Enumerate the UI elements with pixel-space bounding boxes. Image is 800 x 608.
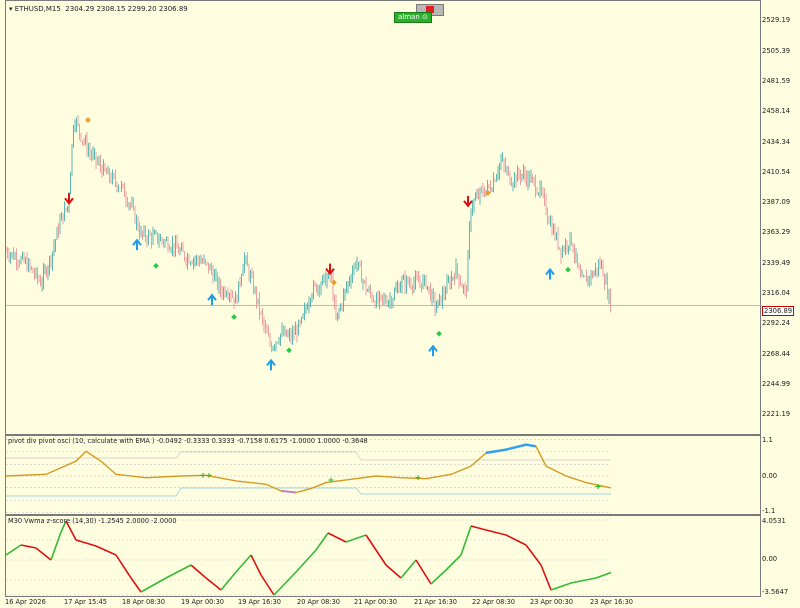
time-tick-label: 21 Apr 16:30 bbox=[414, 598, 457, 606]
pivot-axis-top: 1.1 bbox=[762, 436, 773, 444]
up-arrow-icon bbox=[545, 267, 555, 280]
price-tick-label: 2481.59 bbox=[762, 77, 791, 86]
vwma-zscore-segment bbox=[140, 577, 167, 593]
vwma-zscore-segment bbox=[570, 577, 597, 584]
up-arrow-icon bbox=[428, 344, 438, 357]
vwma-zscore-segment bbox=[430, 569, 447, 585]
down-arrow-icon bbox=[64, 193, 74, 205]
time-tick-label: 23 Apr 16:30 bbox=[590, 598, 633, 606]
vwma-zscore-segment bbox=[220, 571, 237, 591]
vwma-zscore-segment bbox=[365, 534, 387, 566]
vwma-zscore-segment bbox=[75, 539, 97, 547]
price-tick-label: 2244.99 bbox=[762, 379, 791, 388]
vwma-zscore-svg bbox=[6, 519, 612, 596]
vwma-zscore-label: M30 Vwma z-score (14,30) -1.2545 2.0000 … bbox=[8, 517, 177, 525]
price-tick-label: 2363.29 bbox=[762, 228, 791, 237]
vwma-zscore-segment bbox=[345, 534, 367, 543]
pivot-osc-label: pivot div pivot osci (10, calculate with… bbox=[8, 437, 368, 445]
pivot-axis-mid: 0.00 bbox=[762, 472, 778, 480]
vwma-zscore-segment bbox=[35, 547, 52, 561]
pivot-marker bbox=[331, 279, 337, 286]
pivot-osc-pane[interactable]: pivot div pivot osci (10, calculate with… bbox=[5, 435, 761, 515]
pivot-marker bbox=[231, 314, 237, 320]
vwma-zscore-segment bbox=[595, 571, 612, 579]
vwma-zscore-segment bbox=[165, 564, 192, 579]
pivot-osc-svg bbox=[6, 439, 612, 513]
price-tick-label: 2316.04 bbox=[762, 288, 791, 297]
vwma-zscore-segment bbox=[260, 574, 275, 596]
vwma-zscore-segment bbox=[250, 554, 262, 576]
price-chart-pane[interactable]: ▾ ETHUSD,M15 2304.29 2308.15 2299.20 230… bbox=[5, 0, 762, 435]
vwma-zscore-segment bbox=[400, 559, 417, 579]
vwma-zscore-segment bbox=[460, 525, 472, 556]
pivot-marker bbox=[565, 266, 571, 273]
pivot-cross-marker bbox=[200, 472, 206, 478]
vwma-axis-mid: 0.00 bbox=[762, 555, 778, 563]
price-tick-label: 2458.14 bbox=[762, 107, 791, 116]
time-tick-label: 22 Apr 08:30 bbox=[472, 598, 515, 606]
up-arrow-icon bbox=[207, 293, 217, 306]
vwma-zscore-segment bbox=[470, 525, 487, 531]
pivot-osc-high-segment bbox=[485, 443, 537, 455]
alman-button[interactable]: alman ⊙ bbox=[394, 12, 432, 23]
pivot-marker bbox=[436, 330, 442, 337]
vwma-zscore-segment bbox=[95, 545, 117, 556]
price-tick-label: 2529.19 bbox=[762, 16, 791, 25]
vwma-zscore-segment bbox=[385, 564, 402, 579]
ohlc-values: 2304.29 2308.15 2299.20 2306.89 bbox=[65, 5, 188, 13]
vwma-axis-top: 4.0531 bbox=[762, 517, 786, 525]
last-price-label: 2306.89 bbox=[762, 306, 795, 316]
vwma-zscore-segment bbox=[550, 582, 572, 591]
vwma-zscore-segment bbox=[415, 559, 432, 585]
vwma-zscore-pane[interactable]: M30 Vwma z-score (14,30) -1.2545 2.0000 … bbox=[5, 515, 761, 597]
down-arrow-icon bbox=[463, 195, 473, 208]
vwma-zscore-segment bbox=[115, 554, 132, 579]
vwma-zscore-segment bbox=[50, 531, 62, 561]
symbol-info: ▾ ETHUSD,M15 2304.29 2308.15 2299.20 230… bbox=[9, 5, 188, 13]
price-tick-label: 2410.54 bbox=[762, 168, 791, 177]
pivot-marker bbox=[153, 263, 159, 269]
pivot-osc-low-segment bbox=[280, 489, 297, 494]
vwma-zscore-segment bbox=[525, 544, 542, 566]
time-tick-label: 20 Apr 08:30 bbox=[297, 598, 340, 606]
time-tick-label: 18 Apr 08:30 bbox=[122, 598, 165, 606]
vwma-zscore-segment bbox=[485, 529, 507, 536]
price-tick-label: 2505.39 bbox=[762, 46, 791, 55]
vwma-axis-bottom: -3.5647 bbox=[762, 588, 789, 596]
up-arrow-icon bbox=[132, 238, 142, 251]
price-tick-label: 2434.34 bbox=[762, 137, 791, 146]
symbol-name: ETHUSD,M15 bbox=[14, 5, 61, 13]
pivot-cross-marker bbox=[206, 472, 212, 478]
time-tick-label: 21 Apr 00:30 bbox=[354, 598, 397, 606]
vwma-zscore-segment bbox=[540, 564, 552, 591]
vwma-zscore-segment bbox=[235, 554, 252, 573]
price-tick-label: 2339.49 bbox=[762, 258, 791, 267]
time-tick-label: 23 Apr 00:30 bbox=[530, 598, 573, 606]
time-tick-label: 17 Apr 15:45 bbox=[64, 598, 107, 606]
pivot-marker bbox=[85, 117, 91, 123]
price-tick-label: 2292.24 bbox=[762, 319, 791, 328]
up-arrow-icon bbox=[266, 358, 276, 371]
vwma-zscore-segment bbox=[327, 532, 347, 543]
price-tick-label: 2268.44 bbox=[762, 349, 791, 358]
vwma-zscore-segment bbox=[6, 544, 22, 556]
price-tick-label: 2387.09 bbox=[762, 198, 791, 207]
price-tick-label: 2221.19 bbox=[762, 410, 791, 419]
vwma-zscore-segment bbox=[20, 544, 37, 549]
pivot-axis-bottom: -1.1 bbox=[762, 507, 776, 515]
vwma-zscore-segment bbox=[295, 549, 317, 573]
time-tick-label: 19 Apr 16:30 bbox=[238, 598, 281, 606]
pivot-marker bbox=[286, 347, 292, 354]
vwma-zscore-segment bbox=[445, 554, 462, 571]
price-chart-svg bbox=[6, 115, 762, 371]
vwma-zscore-segment bbox=[273, 571, 297, 596]
vwma-zscore-segment bbox=[315, 532, 329, 551]
time-tick-label: 16 Apr 2026 bbox=[5, 598, 46, 606]
vwma-zscore-segment bbox=[190, 564, 207, 579]
time-tick-label: 19 Apr 00:30 bbox=[181, 598, 224, 606]
